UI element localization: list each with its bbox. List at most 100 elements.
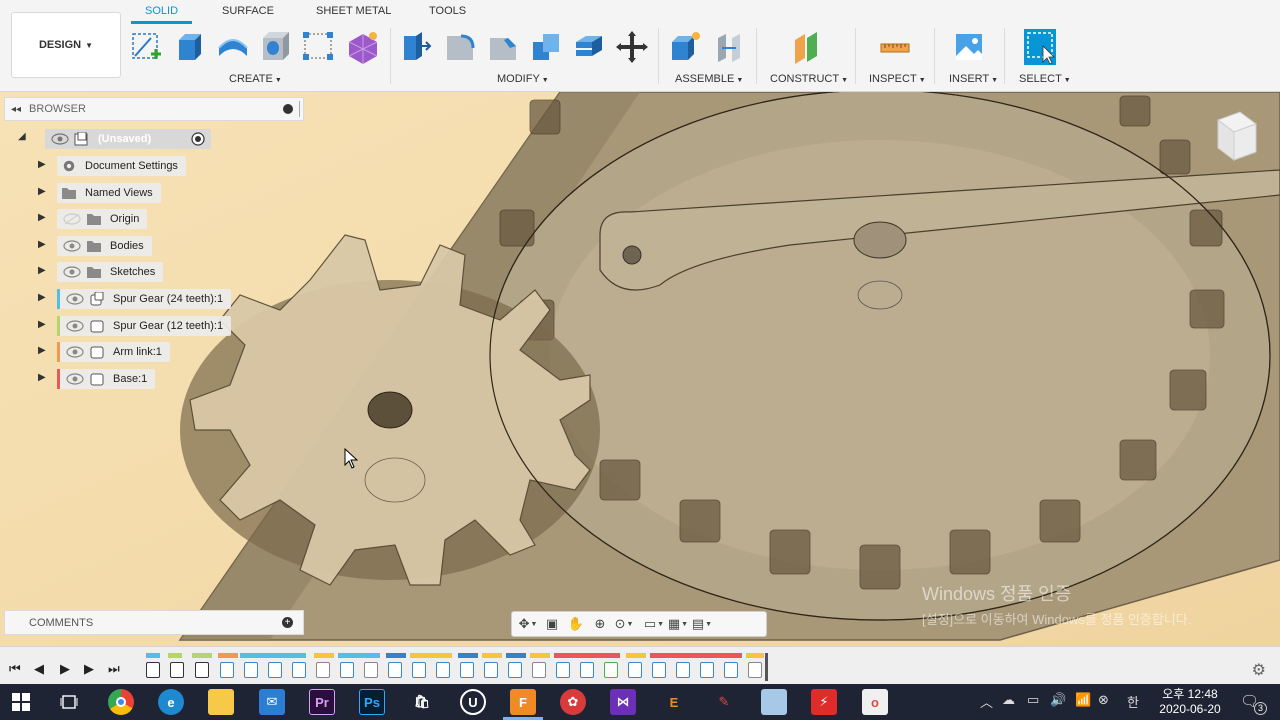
tray-expand-icon[interactable]: ︿	[980, 692, 993, 711]
visibility-eye-icon[interactable]	[66, 346, 84, 358]
battery-icon[interactable]: ▭	[1027, 692, 1039, 708]
browser-item-spur-gear-24[interactable]: Spur Gear (24 teeth):1	[57, 289, 232, 309]
app-icon-bolt[interactable]: ⚡	[811, 689, 837, 715]
expand-arrow-icon[interactable]: ▶	[38, 319, 46, 330]
timeline-feature[interactable]	[748, 662, 762, 678]
joint-icon[interactable]	[712, 28, 746, 66]
grid-settings-icon[interactable]: ▦ ▼	[666, 613, 690, 635]
store-icon[interactable]: 🛍	[409, 689, 435, 715]
group-modify[interactable]: MODIFY ▼	[497, 73, 549, 85]
app-icon-red[interactable]: ✿	[560, 689, 586, 715]
zoom-window-icon[interactable]: ⊙ ▼	[612, 613, 636, 635]
timeline-feature[interactable]	[316, 662, 330, 678]
hole-icon[interactable]	[259, 28, 293, 66]
expand-arrow-icon[interactable]: ▶	[38, 292, 46, 303]
shell-icon[interactable]	[572, 28, 606, 66]
hidden-eye-icon[interactable]	[63, 213, 81, 225]
tab-surface[interactable]: SURFACE	[222, 5, 274, 17]
revolve-icon[interactable]	[216, 28, 250, 66]
timeline-position-marker[interactable]	[765, 653, 768, 681]
timeline-settings-gear-icon[interactable]: ⚙	[1252, 660, 1266, 680]
new-component-icon[interactable]	[668, 28, 702, 66]
expand-arrow-icon[interactable]: ▶	[38, 345, 46, 356]
expand-arrow-icon[interactable]: ▶	[38, 186, 46, 197]
timeline-feature[interactable]	[244, 662, 258, 678]
expand-arrow-icon[interactable]: ▶	[38, 372, 46, 383]
browser-item-document-settings[interactable]: Document Settings	[57, 156, 186, 176]
group-create[interactable]: CREATE ▼	[229, 73, 282, 85]
browser-item-spur-gear-12[interactable]: Spur Gear (12 teeth):1	[57, 316, 232, 336]
visibility-eye-icon[interactable]	[63, 240, 81, 252]
visual-studio-icon[interactable]: ⋈	[610, 689, 636, 715]
look-at-icon[interactable]: ▣	[540, 613, 564, 635]
pan-icon[interactable]: ✋	[564, 613, 588, 635]
create-form-icon[interactable]	[345, 28, 379, 66]
play-icon[interactable]: ▶	[60, 661, 70, 677]
measure-icon[interactable]	[878, 28, 912, 66]
go-to-start-icon[interactable]: ⏮	[9, 661, 21, 677]
app-icon-stripe[interactable]: ✎	[711, 689, 737, 715]
browser-item-origin[interactable]: Origin	[57, 209, 148, 229]
go-to-end-icon[interactable]: ⏭	[108, 661, 120, 677]
step-back-icon[interactable]: ◀	[34, 661, 44, 677]
press-pull-icon[interactable]	[400, 28, 434, 66]
pattern-icon[interactable]	[301, 28, 335, 66]
timeline-feature[interactable]	[412, 662, 426, 678]
notification-x-icon[interactable]: ⊗	[1098, 692, 1109, 708]
visibility-eye-icon[interactable]	[66, 320, 84, 332]
select-icon[interactable]	[1023, 28, 1057, 66]
activate-radio-icon[interactable]	[191, 132, 205, 146]
browser-item-named-views[interactable]: Named Views	[57, 183, 161, 203]
timeline-feature[interactable]	[628, 662, 642, 678]
zoom-icon[interactable]: ⊕	[588, 613, 612, 635]
move-copy-icon[interactable]	[615, 28, 649, 66]
browser-item-sketches[interactable]: Sketches	[57, 262, 164, 282]
collapse-root-icon[interactable]: ◢	[18, 131, 26, 142]
timeline-feature[interactable]	[170, 662, 184, 678]
volume-icon[interactable]: 🔊	[1050, 692, 1066, 708]
app-icon-e[interactable]: E	[661, 689, 687, 715]
workspace-switcher-button[interactable]: DESIGN ▼	[11, 12, 121, 78]
browser-item-bodies[interactable]: Bodies	[57, 236, 152, 256]
timeline-feature[interactable]	[556, 662, 570, 678]
onedrive-icon[interactable]: ☁	[1002, 692, 1015, 708]
timeline-feature[interactable]	[340, 662, 354, 678]
tab-tools[interactable]: TOOLS	[429, 5, 466, 17]
file-explorer-icon[interactable]	[208, 689, 234, 715]
viewports-icon[interactable]: ▤ ▼	[690, 613, 714, 635]
visibility-eye-icon[interactable]	[51, 133, 69, 145]
task-view-icon[interactable]	[56, 689, 82, 715]
edge-icon[interactable]: e	[158, 689, 184, 715]
system-clock[interactable]: 오후 12:48 2020-06-20	[1150, 687, 1230, 717]
app-icon-office[interactable]: o	[862, 689, 888, 715]
expand-arrow-icon[interactable]: ▶	[38, 239, 46, 250]
group-construct[interactable]: CONSTRUCT ▼	[770, 73, 848, 85]
group-insert[interactable]: INSERT ▼	[949, 73, 998, 85]
browser-item-arm-link[interactable]: Arm link:1	[57, 342, 170, 362]
timeline-feature[interactable]	[388, 662, 402, 678]
timeline-feature[interactable]	[700, 662, 714, 678]
input-language-indicator[interactable]: 한	[1127, 692, 1139, 711]
tab-sheet-metal[interactable]: SHEET METAL	[316, 5, 391, 17]
offset-plane-icon[interactable]	[789, 28, 823, 66]
display-settings-icon[interactable]: ▭ ▼	[642, 613, 666, 635]
browser-item-base[interactable]: Base:1	[57, 369, 156, 389]
step-forward-icon[interactable]: ▶	[84, 661, 94, 677]
group-select[interactable]: SELECT ▼	[1019, 73, 1071, 85]
windows-start-icon[interactable]	[8, 689, 34, 715]
visibility-eye-icon[interactable]	[63, 266, 81, 278]
timeline-feature[interactable]	[532, 662, 546, 678]
timeline-feature[interactable]	[652, 662, 666, 678]
timeline-feature[interactable]	[508, 662, 522, 678]
extrude-icon[interactable]	[173, 28, 207, 66]
timeline-feature[interactable]	[364, 662, 378, 678]
expand-arrow-icon[interactable]: ▶	[38, 265, 46, 276]
collapse-panel-icon[interactable]: ◂◂	[11, 104, 21, 115]
timeline-feature[interactable]	[580, 662, 594, 678]
timeline-feature[interactable]	[146, 662, 160, 678]
timeline-feature[interactable]	[220, 662, 234, 678]
add-comment-icon[interactable]: +	[282, 617, 293, 628]
timeline-feature[interactable]	[604, 662, 618, 678]
fusion-360-icon[interactable]: F	[510, 689, 536, 715]
visibility-eye-icon[interactable]	[66, 373, 84, 385]
